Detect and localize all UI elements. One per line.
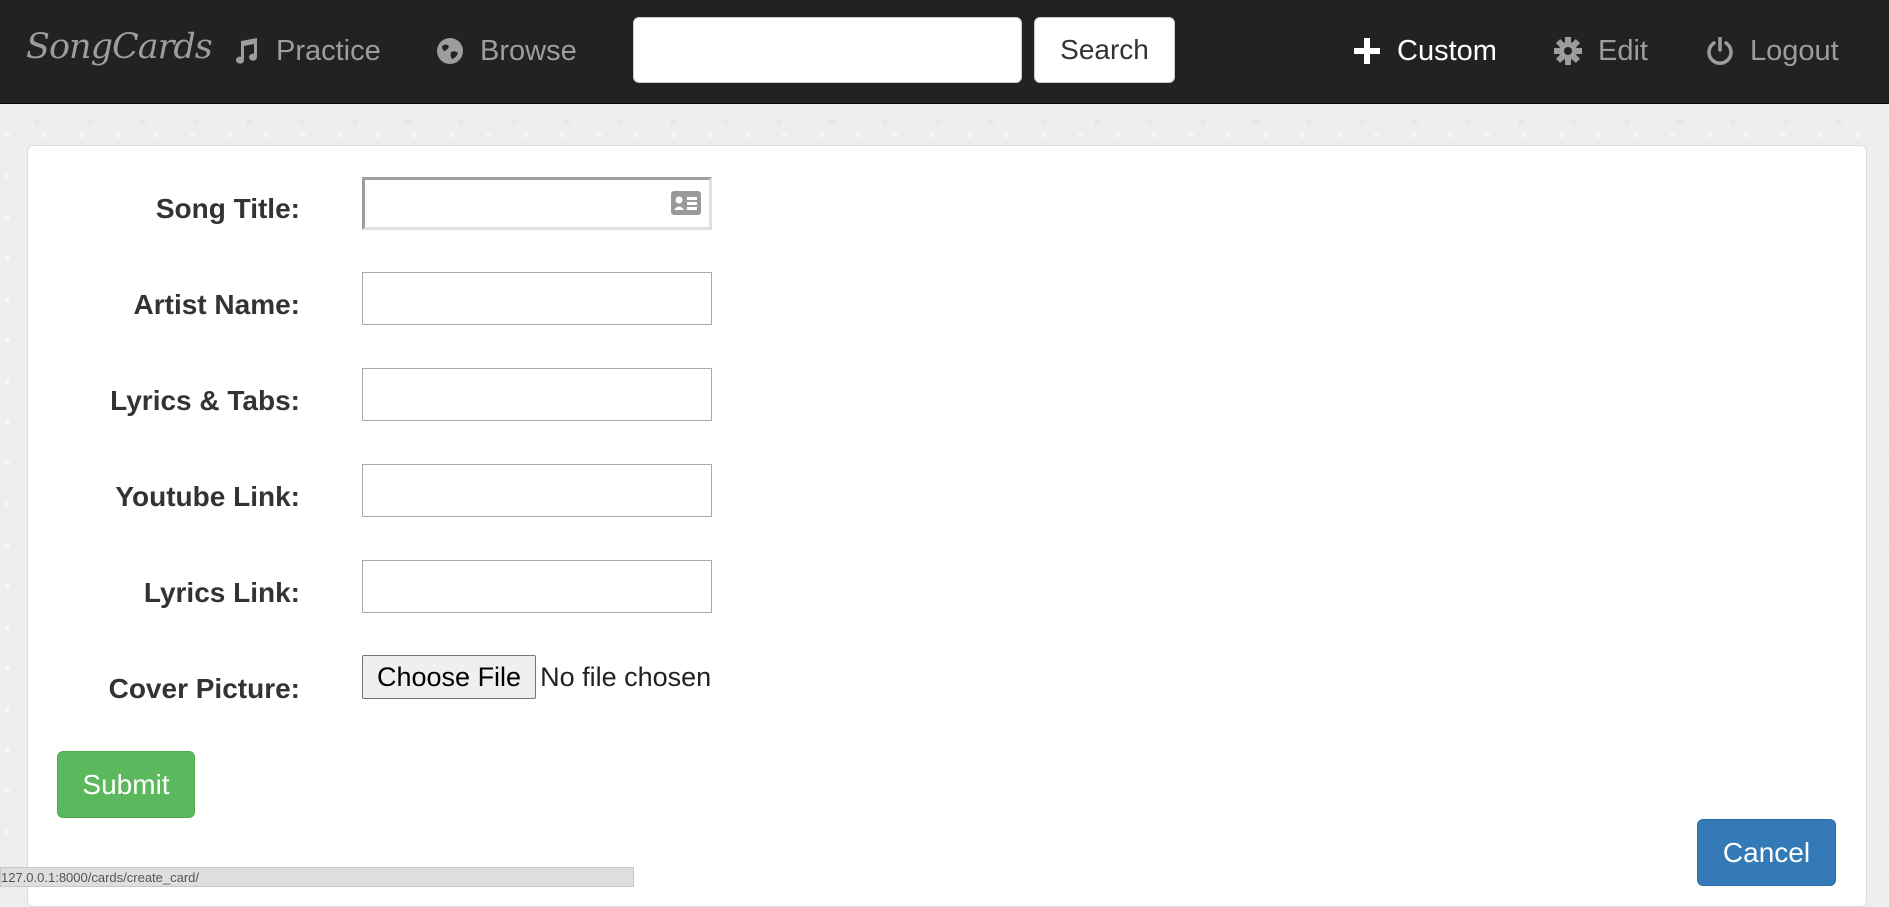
song-title-input[interactable] [362,177,712,230]
nav-practice[interactable]: Practice [231,30,381,72]
nav-logout-label: Logout [1750,34,1839,67]
search-input[interactable] [633,17,1022,83]
artist-name-label: Artist Name: [133,289,300,320]
file-status-text: No file chosen [540,661,712,692]
contact-card-icon[interactable] [670,190,702,216]
lyrics-tabs-input[interactable] [362,368,712,421]
nav-custom-label: Custom [1397,34,1497,67]
gear-icon [1553,36,1583,66]
top-navbar: SongCards Practice Browse Search Custom [0,0,1889,104]
nav-logout[interactable]: Logout [1705,30,1839,72]
globe-icon [435,36,465,66]
nav-edit[interactable]: Edit [1553,30,1648,72]
choose-file-button[interactable]: Choose File [362,655,537,699]
lyrics-tabs-label: Lyrics & Tabs: [110,385,300,416]
brand-logo[interactable]: SongCards [26,27,213,67]
nav-browse[interactable]: Browse [435,30,577,72]
search-button[interactable]: Search [1034,17,1175,83]
cancel-button[interactable]: Cancel [1697,819,1836,886]
nav-custom[interactable]: Custom [1352,30,1497,72]
nav-edit-label: Edit [1598,34,1648,67]
plus-icon [1352,36,1382,66]
submit-button[interactable]: Submit [57,751,195,818]
lyrics-link-label: Lyrics Link: [143,577,300,608]
lyrics-link-input[interactable] [362,560,712,613]
power-icon [1705,36,1735,66]
artist-name-input[interactable] [362,272,712,325]
browser-status-bar: 127.0.0.1:8000/cards/create_card/ [0,867,634,887]
nav-practice-label: Practice [276,34,381,67]
music-note-icon [231,36,261,66]
nav-browse-label: Browse [480,34,577,67]
youtube-link-label: Youtube Link: [115,481,300,512]
song-title-label: Song Title: [155,193,300,224]
create-card-panel [27,145,1867,907]
youtube-link-input[interactable] [362,464,712,517]
cover-file-input: Choose File No file chosen [362,655,711,699]
cover-picture-label: Cover Picture: [108,673,300,704]
